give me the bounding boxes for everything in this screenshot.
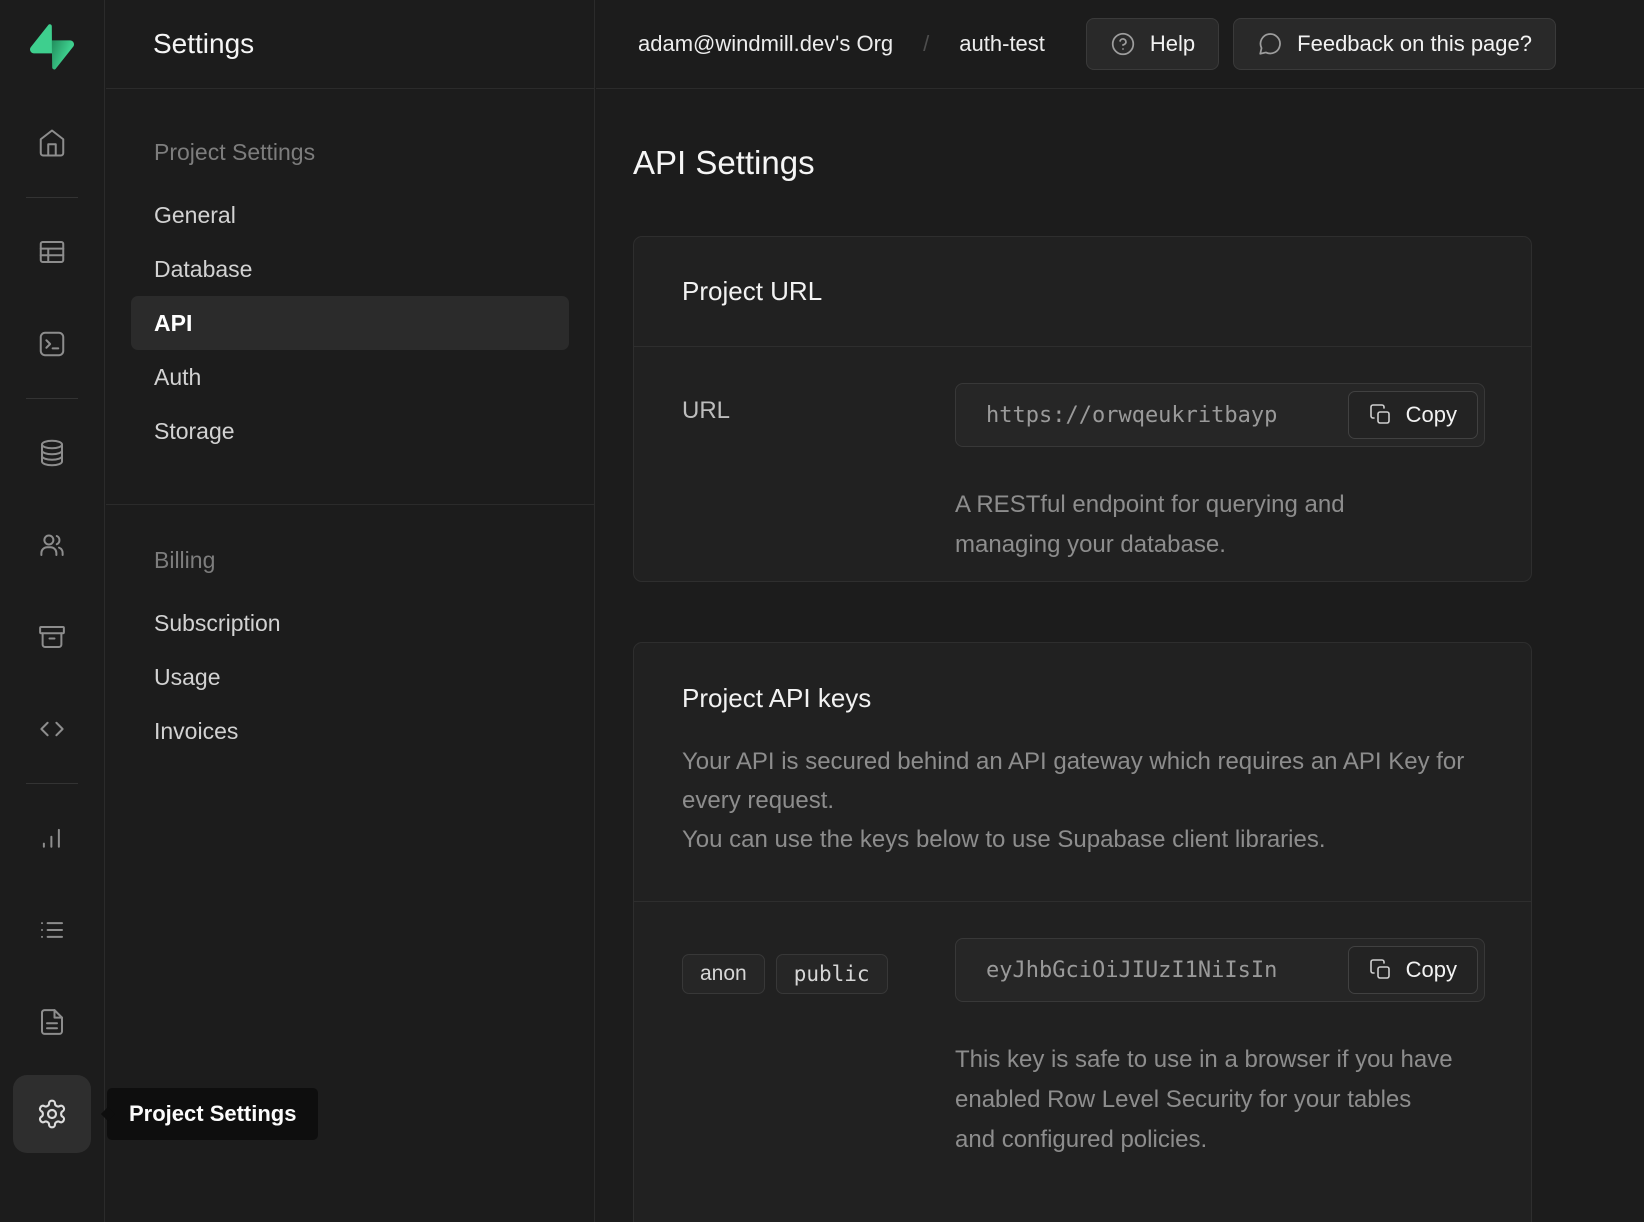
home-icon[interactable]: [0, 97, 104, 189]
breadcrumb: adam@windmill.dev's Org / auth-test: [638, 31, 1045, 57]
breadcrumb-separator: /: [923, 31, 929, 57]
help-button[interactable]: Help: [1086, 18, 1219, 70]
copy-anon-key-button[interactable]: Copy: [1348, 946, 1478, 994]
icon-rail: [0, 0, 105, 1222]
sidebar-header: Settings: [106, 0, 594, 89]
project-url-card-body: URL https://orwqeukritbayp Copy A REST: [634, 347, 1531, 581]
anon-key-field[interactable]: eyJhbGciOiJIUzI1NiIsIn Copy: [955, 938, 1485, 1002]
breadcrumb-project[interactable]: auth-test: [959, 31, 1045, 57]
main-panel: adam@windmill.dev's Org / auth-test Help…: [596, 0, 1644, 1222]
project-url-description: A RESTful endpoint for querying and mana…: [955, 485, 1425, 565]
storage-archive-icon[interactable]: [0, 591, 104, 683]
copy-icon: [1369, 403, 1393, 427]
api-keys-card-body: anon public eyJhbGciOiJIUzI1NiIsIn Copy: [634, 902, 1531, 1222]
table-editor-icon[interactable]: [0, 206, 104, 298]
sidebar-item-database[interactable]: Database: [131, 242, 569, 296]
auth-users-icon[interactable]: [0, 499, 104, 591]
project-url-field[interactable]: https://orwqeukritbayp Copy: [955, 383, 1485, 447]
project-url-card: Project URL URL https://orwqeukritbayp C…: [633, 236, 1532, 582]
top-header: adam@windmill.dev's Org / auth-test Help…: [596, 0, 1644, 89]
copy-url-label: Copy: [1406, 402, 1457, 428]
edge-functions-code-icon[interactable]: [0, 683, 104, 775]
page-content: API Settings Project URL URL https://orw…: [596, 89, 1644, 1222]
sidebar-item-storage[interactable]: Storage: [131, 404, 569, 458]
api-docs-file-icon[interactable]: [0, 976, 104, 1068]
section-label-project-settings: Project Settings: [131, 139, 569, 166]
api-keys-card: Project API keys Your API is secured beh…: [633, 642, 1532, 1222]
url-field-label: URL: [682, 383, 955, 565]
logs-list-icon[interactable]: [0, 884, 104, 976]
tooltip-label: Project Settings: [129, 1101, 296, 1127]
rail-divider: [26, 783, 78, 784]
supabase-logo-icon[interactable]: [0, 0, 104, 97]
api-keys-description-1: Your API is secured behind an API gatewa…: [682, 742, 1482, 820]
sidebar-item-general[interactable]: General: [131, 188, 569, 242]
anon-key-value: eyJhbGciOiJIUzI1NiIsIn: [986, 958, 1356, 983]
page-title: API Settings: [633, 141, 1644, 185]
project-settings-gear-icon[interactable]: [0, 1068, 104, 1160]
sidebar-title: Settings: [153, 28, 254, 60]
gear-active-highlight: [13, 1075, 91, 1153]
api-keys-card-header: Project API keys Your API is secured beh…: [634, 643, 1531, 902]
project-url-card-header: Project URL: [634, 237, 1531, 347]
header-actions: Help Feedback on this page?: [1086, 18, 1556, 70]
project-url-value: https://orwqeukritbayp: [986, 403, 1356, 428]
rail-divider: [26, 398, 78, 399]
url-field-column: https://orwqeukritbayp Copy A RESTful en…: [955, 383, 1485, 565]
database-icon[interactable]: [0, 407, 104, 499]
supabase-dashboard: Project Settings Settings Project Settin…: [0, 0, 1644, 1222]
anon-key-note: This key is safe to use in a browser if …: [955, 1040, 1455, 1160]
copy-anon-key-label: Copy: [1406, 957, 1457, 983]
rail-divider: [26, 197, 78, 198]
reports-chart-icon[interactable]: [0, 792, 104, 884]
api-keys-card-title: Project API keys: [682, 683, 871, 713]
project-url-card-title: Project URL: [682, 276, 822, 307]
help-button-label: Help: [1150, 31, 1195, 57]
breadcrumb-org[interactable]: adam@windmill.dev's Org: [638, 31, 893, 57]
anon-key-badges: anon public: [682, 952, 955, 994]
anon-badge: anon: [682, 954, 765, 994]
sidebar-item-subscription[interactable]: Subscription: [131, 596, 569, 650]
sql-editor-icon[interactable]: [0, 298, 104, 390]
anon-key-column: eyJhbGciOiJIUzI1NiIsIn Copy This key is …: [955, 938, 1485, 1222]
sidebar-item-usage[interactable]: Usage: [131, 650, 569, 704]
settings-sidebar: Settings Project Settings General Databa…: [106, 0, 595, 1222]
sidebar-divider: [106, 504, 594, 505]
copy-icon: [1369, 958, 1393, 982]
api-keys-description-2: You can use the keys below to use Supaba…: [682, 820, 1482, 859]
speech-bubble-icon: [1257, 31, 1283, 57]
sidebar-body: Project Settings General Database API Au…: [106, 89, 594, 758]
sidebar-item-invoices[interactable]: Invoices: [131, 704, 569, 758]
public-badge: public: [776, 954, 888, 994]
help-circle-icon: [1110, 31, 1136, 57]
sidebar-item-api[interactable]: API: [131, 296, 569, 350]
sidebar-item-auth[interactable]: Auth: [131, 350, 569, 404]
feedback-button-label: Feedback on this page?: [1297, 31, 1532, 57]
copy-url-button[interactable]: Copy: [1348, 391, 1478, 439]
section-label-billing: Billing: [131, 547, 569, 574]
project-settings-tooltip: Project Settings: [107, 1088, 318, 1140]
anon-key-labels: anon public: [682, 938, 955, 1222]
feedback-button[interactable]: Feedback on this page?: [1233, 18, 1556, 70]
